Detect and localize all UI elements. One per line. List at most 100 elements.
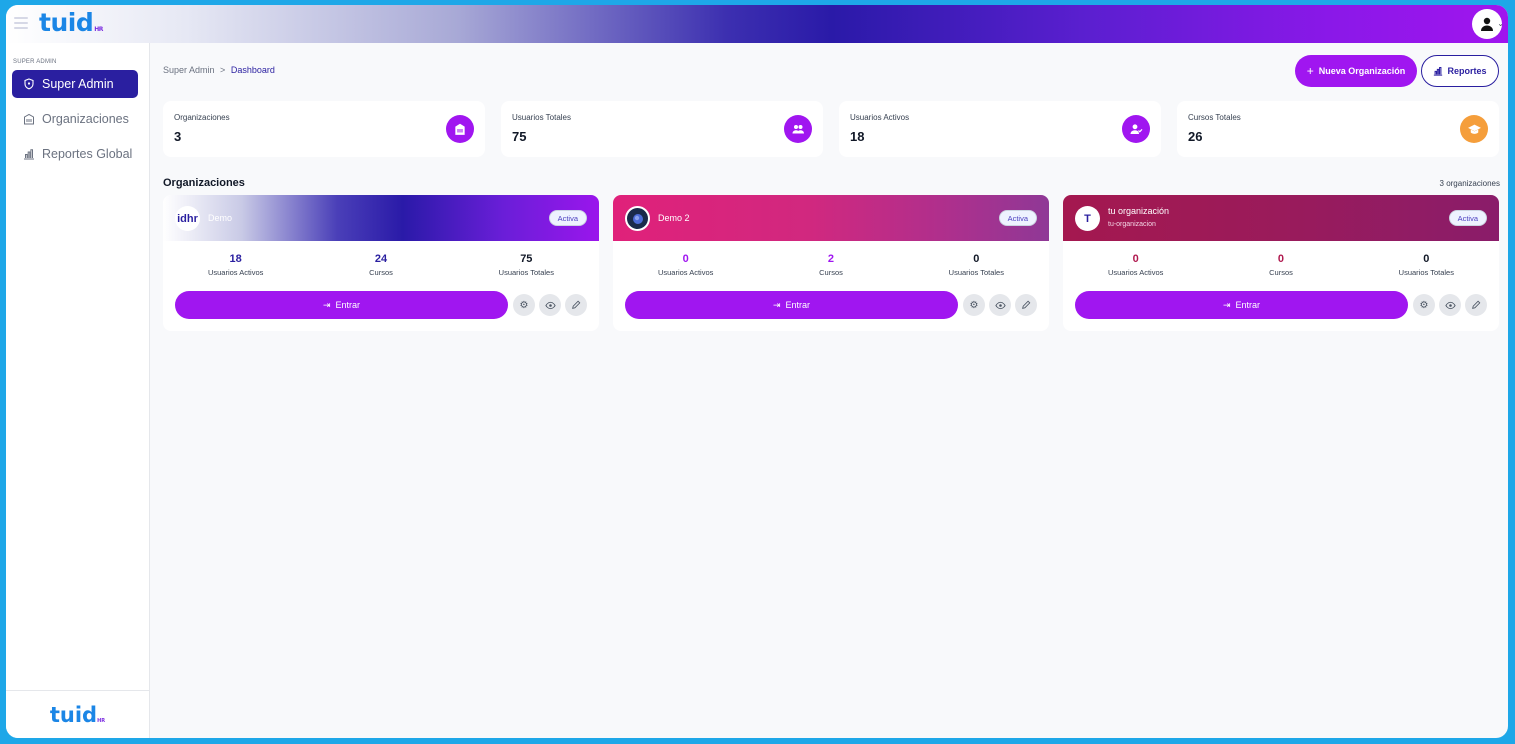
stat-value: 18 <box>850 129 865 144</box>
stat-card-usuarios-activos: Usuarios Activos 18 <box>839 101 1161 157</box>
bar-chart-icon <box>1434 67 1443 76</box>
bar-chart-icon <box>22 147 36 161</box>
chevron-down-icon: ⌄ <box>1497 19 1504 28</box>
organization-logo: idhr <box>175 206 200 231</box>
new-organization-button[interactable]: + Nueva Organización <box>1295 55 1417 87</box>
organization-card-header: idhr Demo Activa <box>163 195 599 241</box>
metric-cursos: 0 Cursos <box>1269 253 1293 277</box>
stat-label: Usuarios Totales <box>512 113 571 122</box>
metric-usuarios-totales: 0 Usuarios Totales <box>1398 253 1454 277</box>
reports-label: Reportes <box>1447 66 1487 76</box>
organization-card: T tu organización tu-organizacion Activa… <box>1063 195 1499 331</box>
footer-logo: tuidHR <box>49 702 106 727</box>
metric-cursos: 2 Cursos <box>819 253 843 277</box>
stat-value: 3 <box>174 129 182 144</box>
sidebar-item-super-admin[interactable]: Super Admin <box>12 70 138 98</box>
stat-label: Cursos Totales <box>1188 113 1241 122</box>
new-organization-label: Nueva Organización <box>1318 66 1406 76</box>
organization-name: Demo 2 <box>658 213 690 223</box>
enter-button[interactable]: ⇥ Entrar <box>1075 291 1408 319</box>
status-badge: Activa <box>548 210 587 226</box>
eye-icon <box>544 301 556 309</box>
organization-name: tu organización <box>1108 206 1170 216</box>
stat-value: 26 <box>1188 129 1203 144</box>
app-logo[interactable]: tuidHR <box>39 8 103 37</box>
view-button[interactable] <box>1439 294 1461 316</box>
menu-icon[interactable] <box>14 17 28 29</box>
sidebar-item-label: Organizaciones <box>42 112 129 126</box>
sidebar-item-label: Super Admin <box>42 77 114 91</box>
organization-metrics: 0 Usuarios Activos 2 Cursos 0 Usuarios Tota… <box>613 253 1049 277</box>
edit-button[interactable] <box>1465 294 1487 316</box>
organization-card: Demo 2 Activa 0 Usuarios Activos 2 Cursos … <box>613 195 1049 331</box>
edit-button[interactable] <box>565 294 587 316</box>
user-check-icon <box>1122 115 1150 143</box>
sidebar-item-reportes-global[interactable]: Reportes Global <box>12 140 138 168</box>
pencil-icon <box>1472 300 1481 309</box>
status-badge: Activa <box>998 210 1037 226</box>
login-icon: ⇥ <box>322 299 331 310</box>
reports-button[interactable]: Reportes <box>1421 55 1499 87</box>
breadcrumb-root[interactable]: Super Admin <box>163 65 215 75</box>
organization-card-header: T tu organización tu-organizacion Activa <box>1063 195 1499 241</box>
users-icon <box>784 115 812 143</box>
building-icon <box>22 112 36 126</box>
stat-card-cursos-totales: Cursos Totales 26 <box>1177 101 1499 157</box>
breadcrumb: Super Admin > Dashboard <box>163 65 275 75</box>
sidebar: SUPER ADMIN Super Admin Organizaciones R… <box>6 43 150 738</box>
metric-usuarios-totales: 0 Usuarios Totales <box>948 253 1004 277</box>
enter-button[interactable]: ⇥ Entrar <box>625 291 958 319</box>
settings-button[interactable]: ⚙ <box>963 294 985 316</box>
organization-slug: tu-organizacion <box>1108 221 1156 228</box>
app-window: tuidHR ⌄ SUPER ADMIN Super Admin Organiz… <box>6 5 1508 738</box>
eye-icon <box>1444 301 1456 309</box>
sidebar-item-label: Reportes Global <box>42 147 133 161</box>
user-icon <box>1481 17 1493 31</box>
organization-card-header: Demo 2 Activa <box>613 195 1049 241</box>
view-button[interactable] <box>539 294 561 316</box>
pencil-icon <box>1022 300 1031 309</box>
settings-button[interactable]: ⚙ <box>513 294 535 316</box>
login-icon: ⇥ <box>772 299 781 310</box>
user-menu-button[interactable]: ⌄ <box>1472 9 1504 39</box>
stat-card-organizaciones: Organizaciones 3 <box>163 101 485 157</box>
sidebar-item-organizaciones[interactable]: Organizaciones <box>12 105 138 133</box>
building-icon <box>446 115 474 143</box>
top-bar: tuidHR ⌄ <box>6 5 1508 43</box>
organization-logo: T <box>1075 206 1100 231</box>
breadcrumb-separator: > <box>220 65 226 75</box>
sidebar-section-label: SUPER ADMIN <box>13 59 57 65</box>
eye-icon <box>994 301 1006 309</box>
metric-usuarios-activos: 18 Usuarios Activos <box>207 253 264 277</box>
organization-name: Demo <box>208 213 233 223</box>
organization-metrics: 0 Usuarios Activos 0 Cursos 0 Usuarios Tota… <box>1063 253 1499 277</box>
gear-icon: ⚙ <box>519 299 529 311</box>
gear-icon: ⚙ <box>1419 299 1429 311</box>
shield-icon <box>22 77 36 91</box>
breadcrumb-current: Dashboard <box>230 65 275 75</box>
metric-cursos: 24 Cursos <box>369 253 393 277</box>
edit-button[interactable] <box>1015 294 1037 316</box>
view-button[interactable] <box>989 294 1011 316</box>
metric-usuarios-totales: 75 Usuarios Totales <box>498 253 554 277</box>
status-badge: Activa <box>1448 210 1487 226</box>
gear-icon: ⚙ <box>969 299 979 311</box>
metric-usuarios-activos: 0 Usuarios Activos <box>1107 253 1164 277</box>
login-icon: ⇥ <box>1222 299 1231 310</box>
sidebar-footer: tuidHR <box>6 690 149 738</box>
organizations-count: 3 organizaciones <box>1439 179 1500 188</box>
metric-usuarios-activos: 0 Usuarios Activos <box>657 253 714 277</box>
enter-button[interactable]: ⇥ Entrar <box>175 291 508 319</box>
organization-metrics: 18 Usuarios Activos 24 Cursos 75 Usuarios T… <box>163 253 599 277</box>
stat-card-usuarios-totales: Usuarios Totales 75 <box>501 101 823 157</box>
stat-label: Usuarios Activos <box>850 113 910 122</box>
stat-value: 75 <box>512 129 527 144</box>
stat-label: Organizaciones <box>174 113 230 122</box>
plus-icon: + <box>1306 64 1314 78</box>
settings-button[interactable]: ⚙ <box>1413 294 1435 316</box>
pencil-icon <box>572 300 581 309</box>
main-content: Super Admin > Dashboard + Nueva Organiza… <box>163 43 1500 738</box>
organizations-section-title: Organizaciones <box>163 177 245 189</box>
organization-logo <box>625 206 650 231</box>
graduation-cap-icon <box>1460 115 1488 143</box>
